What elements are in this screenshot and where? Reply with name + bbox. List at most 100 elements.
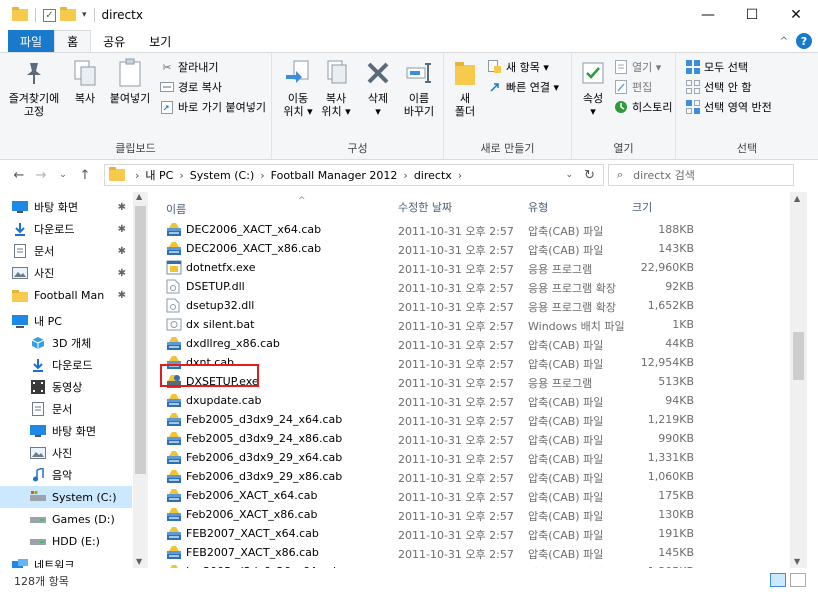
minimize-button[interactable]: — xyxy=(686,0,730,30)
file-row[interactable]: dotnetfx.exe 2011-10-31 오후 2:57 응용 프로그램 22,… xyxy=(158,258,790,277)
file-row[interactable]: DEC2006_XACT_x86.cab 2011-10-31 오후 2:57 압축… xyxy=(158,239,790,258)
address-dropdown-icon[interactable]: ⌄ xyxy=(565,170,573,180)
pin-to-quick-access-button[interactable]: 즐겨찾기에 고정 xyxy=(6,57,62,118)
help-icon[interactable]: ? xyxy=(796,33,812,49)
copy-path-button[interactable]: 경로 복사 xyxy=(160,79,222,95)
column-header-date[interactable]: 수정한 날짜 xyxy=(398,196,524,218)
select-none-button[interactable]: 선택 안 함 xyxy=(686,79,751,95)
nav-item[interactable]: 다운로드 ✱ xyxy=(0,218,132,240)
copy-to-button[interactable]: 복사 위치 ▾ xyxy=(318,57,354,118)
pin-icon[interactable]: ✱ xyxy=(118,290,126,301)
pin-icon[interactable]: ✱ xyxy=(118,202,126,213)
file-row[interactable]: dx silent.bat 2011-10-31 오후 2:57 Windows 배… xyxy=(158,315,790,334)
select-all-button[interactable]: 모두 선택 xyxy=(686,59,748,75)
address-bar[interactable]: › 내 PC › System (C:) › Football Manager … xyxy=(104,164,604,186)
file-row[interactable]: dsetup32.dll 2011-10-31 오후 2:57 응용 프로그램 확장… xyxy=(158,296,790,315)
back-arrow-icon[interactable]: ← xyxy=(8,168,30,183)
scrollbar-thumb[interactable] xyxy=(793,332,804,380)
column-header-name[interactable]: ^ 이름 xyxy=(166,196,386,218)
nav-item[interactable]: 다운로드 xyxy=(0,354,132,376)
file-row[interactable]: Jun2005_d3dx9_26_x64.cab 2011-10-31 오후 2:… xyxy=(158,562,790,568)
breadcrumb-chevron-icon[interactable]: › xyxy=(135,169,139,182)
tab-home[interactable]: 홈 xyxy=(54,30,92,52)
properties-button[interactable]: 속성 ▾ xyxy=(578,57,608,118)
open-button[interactable]: 열기 ▾ xyxy=(614,59,661,75)
nav-item[interactable]: 문서 ✱ xyxy=(0,240,132,262)
easy-access-button[interactable]: 빠른 연결 ▾ xyxy=(488,79,559,95)
nav-item[interactable]: 사진 ✱ xyxy=(0,262,132,284)
properties-dropdown[interactable]: ▾ xyxy=(590,105,596,118)
new-folder-button[interactable]: 새 폴더 xyxy=(450,57,480,118)
cut-button[interactable]: ✂ 잘라내기 xyxy=(160,59,218,75)
file-row[interactable]: FEB2007_XACT_x64.cab 2011-10-31 오후 2:57 압축… xyxy=(158,524,790,543)
tab-view[interactable]: 보기 xyxy=(137,30,183,52)
pin-icon[interactable]: ✱ xyxy=(118,246,126,257)
paste-shortcut-button[interactable]: 바로 가기 붙여넣기 xyxy=(160,99,266,115)
scrollbar-thumb[interactable] xyxy=(135,206,146,474)
nav-item[interactable]: 사진 xyxy=(0,442,132,464)
paste-button[interactable]: 붙여넣기 xyxy=(106,57,154,105)
move-to-button[interactable]: 이동 위치 ▾ xyxy=(280,57,316,118)
column-header-size[interactable]: 크기 xyxy=(632,196,694,218)
refresh-icon[interactable]: ↻ xyxy=(584,168,595,183)
large-icons-view-icon[interactable] xyxy=(790,573,806,587)
nav-item[interactable]: 바탕 화면 ✱ xyxy=(0,196,132,218)
pin-icon[interactable]: ✱ xyxy=(118,268,126,279)
nav-item[interactable]: 문서 xyxy=(0,398,132,420)
file-list-scrollbar[interactable]: ▲ ▼ xyxy=(790,192,807,568)
ribbon-collapse-icon[interactable]: ^ xyxy=(780,36,788,47)
nav-item[interactable]: Football Man ✱ xyxy=(0,284,132,306)
tab-share[interactable]: 공유 xyxy=(91,30,137,52)
nav-item[interactable]: 동영상 xyxy=(0,376,132,398)
tab-file[interactable]: 파일 xyxy=(8,30,55,52)
edit-button[interactable]: 편집 xyxy=(614,79,652,95)
file-row[interactable]: Feb2005_d3dx9_24_x86.cab 2011-10-31 오후 2:… xyxy=(158,429,790,448)
nav-pane-scrollbar[interactable]: ▲ ▼ xyxy=(133,192,148,568)
file-row[interactable]: Feb2005_d3dx9_24_x64.cab 2011-10-31 오후 2:… xyxy=(158,410,790,429)
nav-item[interactable]: 3D 개체 xyxy=(0,332,132,354)
file-row[interactable]: Feb2006_XACT_x64.cab 2011-10-31 오후 2:57 압축… xyxy=(158,486,790,505)
breadcrumb-chevron-icon[interactable]: › xyxy=(458,169,462,182)
new-item-button[interactable]: 새 항목 ▾ xyxy=(488,59,549,75)
breadcrumb-system-c[interactable]: System (C:) xyxy=(190,169,255,182)
delete-dropdown[interactable]: ▾ xyxy=(375,105,381,118)
file-row[interactable]: dxupdate.cab 2011-10-31 오후 2:57 압축(CAB) 파일… xyxy=(158,391,790,410)
invert-selection-button[interactable]: 선택 영역 반전 xyxy=(686,99,772,115)
scroll-down-icon[interactable]: ▼ xyxy=(794,557,800,566)
new-folder-icon[interactable] xyxy=(60,7,76,21)
copy-button[interactable]: 복사 xyxy=(70,57,100,105)
column-header-type[interactable]: 유형 xyxy=(528,196,628,218)
file-row[interactable]: Feb2006_d3dx9_29_x86.cab 2011-10-31 오후 2:… xyxy=(158,467,790,486)
properties-check-icon[interactable]: ✓ xyxy=(43,8,56,22)
quick-access-dropdown[interactable]: ▾ xyxy=(82,10,87,20)
breadcrumb-football-manager[interactable]: Football Manager 2012 xyxy=(271,169,398,182)
file-row[interactable]: DSETUP.dll 2011-10-31 오후 2:57 응용 프로그램 확장 92… xyxy=(158,277,790,296)
nav-item[interactable]: Games (D:) xyxy=(0,508,132,530)
nav-item[interactable]: 네트워크 xyxy=(0,554,132,568)
nav-item[interactable]: System (C:) xyxy=(0,486,132,508)
file-row[interactable]: Feb2006_XACT_x86.cab 2011-10-31 오후 2:57 압축… xyxy=(158,505,790,524)
scroll-up-icon[interactable]: ▲ xyxy=(794,194,800,203)
forward-arrow-icon[interactable]: → xyxy=(30,168,52,183)
up-arrow-icon[interactable]: ↑ xyxy=(74,168,96,183)
file-row[interactable]: DEC2006_XACT_x64.cab 2011-10-31 오후 2:57 압축… xyxy=(158,220,790,239)
maximize-button[interactable]: ☐ xyxy=(730,0,774,30)
details-view-icon[interactable] xyxy=(770,573,786,587)
close-button[interactable]: ✕ xyxy=(774,0,818,30)
nav-item[interactable]: 바탕 화면 xyxy=(0,420,132,442)
breadcrumb-chevron-icon[interactable]: › xyxy=(179,169,183,182)
nav-item[interactable]: HDD (E:) xyxy=(0,530,132,552)
scroll-down-icon[interactable]: ▼ xyxy=(136,557,142,566)
nav-item[interactable]: 내 PC xyxy=(0,310,132,332)
search-box[interactable]: ⌕ directx 검색 xyxy=(608,164,794,186)
recent-locations-icon[interactable]: ⌄ xyxy=(52,170,74,180)
breadcrumb-this-pc[interactable]: 내 PC xyxy=(145,167,173,183)
breadcrumb-chevron-icon[interactable]: › xyxy=(260,169,264,182)
history-button[interactable]: 히스토리 xyxy=(614,99,672,115)
file-row[interactable]: Feb2006_d3dx9_29_x64.cab 2011-10-31 오후 2:… xyxy=(158,448,790,467)
breadcrumb-directx[interactable]: directx xyxy=(414,169,452,182)
nav-item[interactable]: 음악 xyxy=(0,464,132,486)
file-row[interactable]: FEB2007_XACT_x86.cab 2011-10-31 오후 2:57 압축… xyxy=(158,543,790,562)
breadcrumb-chevron-icon[interactable]: › xyxy=(403,169,407,182)
rename-button[interactable]: 이름 바꾸기 xyxy=(400,57,438,118)
